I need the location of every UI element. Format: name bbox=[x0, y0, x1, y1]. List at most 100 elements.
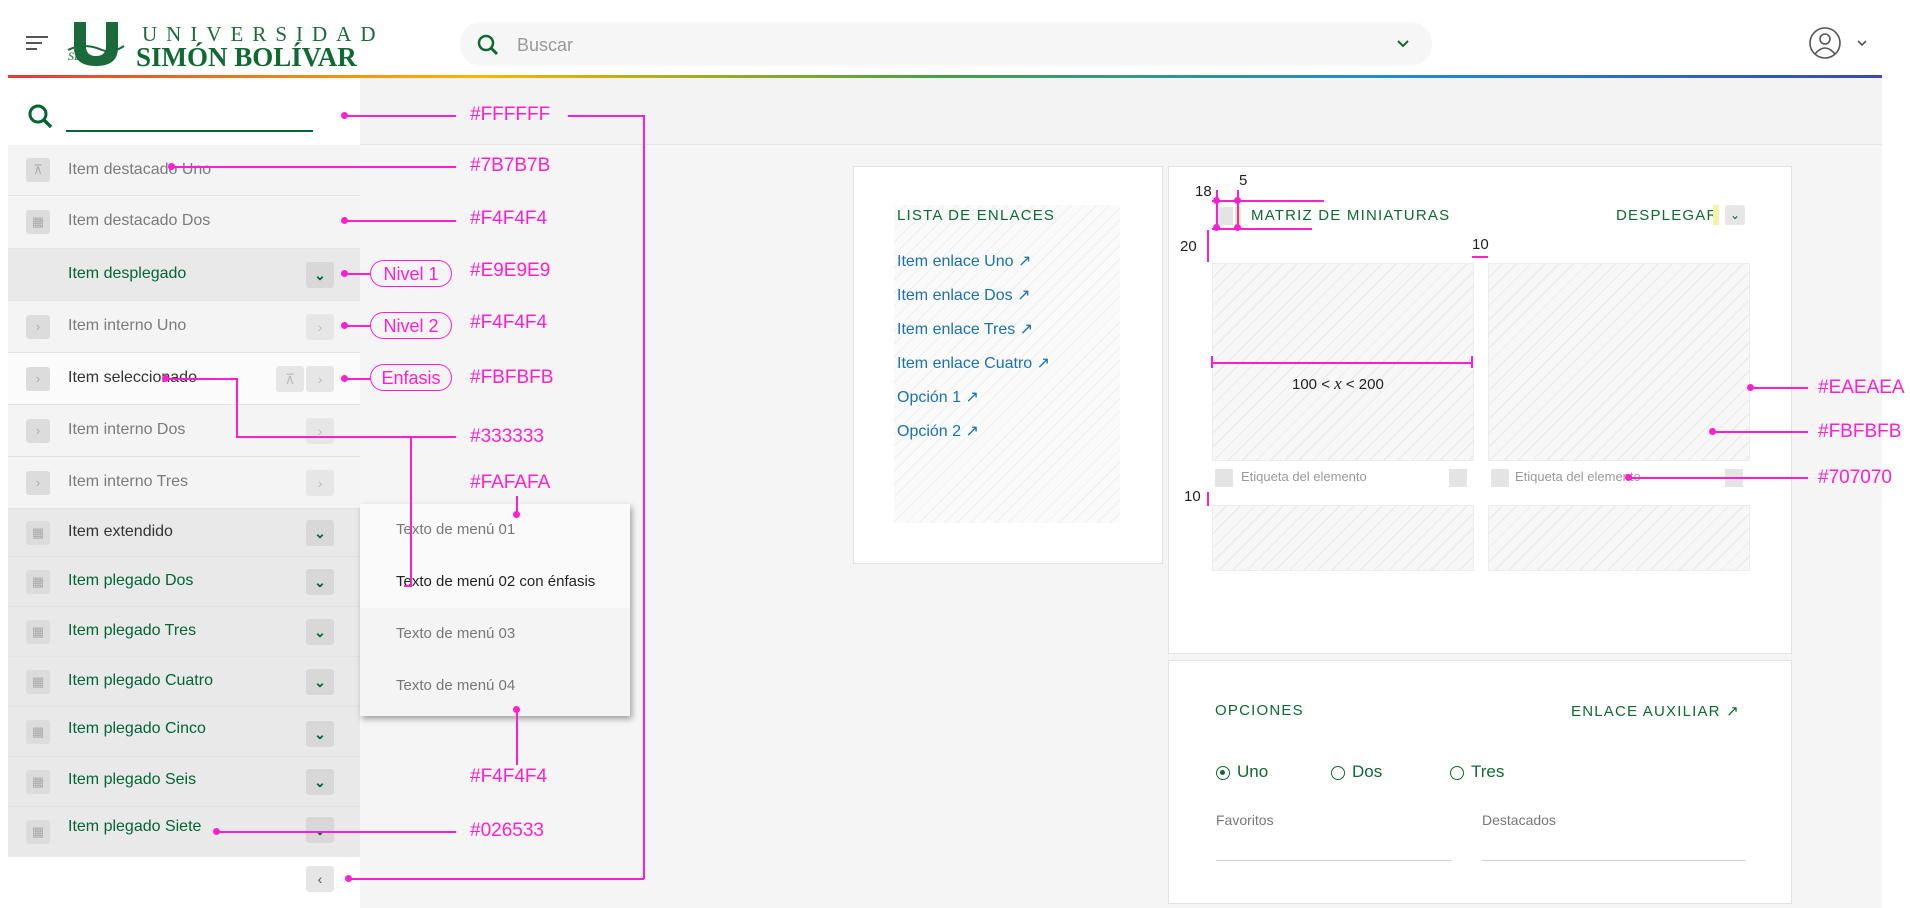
collapse-sidebar-button[interactable]: ‹ bbox=[306, 866, 334, 892]
sidebar-item-interno-tres[interactable]: › Item interno Tres › bbox=[8, 457, 360, 509]
sidebar-item-label: Item plegado Tres bbox=[68, 622, 197, 639]
chevron-down-icon bbox=[1857, 40, 1867, 47]
dimension-label: 20 bbox=[1180, 238, 1197, 255]
menu-item-label: Texto de menú 03 bbox=[396, 625, 516, 642]
external-link-icon: ↗ bbox=[1726, 703, 1740, 720]
sidebar-item-label: Item destacado Uno bbox=[68, 161, 212, 178]
global-search-input[interactable] bbox=[515, 32, 1339, 58]
sidebar-item-destacado-uno[interactable]: ⊼ Item destacado Uno bbox=[8, 145, 360, 196]
link-item[interactable]: Opción 1 ↗ bbox=[897, 387, 979, 407]
chevron-right-icon[interactable]: › bbox=[306, 366, 334, 392]
grid-icon bbox=[1449, 469, 1467, 487]
color-annotation: #FBFBFB bbox=[470, 367, 554, 388]
annotation-line bbox=[1712, 431, 1808, 433]
menu-item-label: Texto de menú 04 bbox=[396, 677, 516, 694]
range-label: 100 < x < 200 bbox=[1292, 374, 1384, 393]
thumbnail-3[interactable] bbox=[1212, 505, 1474, 571]
dimension-line bbox=[1472, 256, 1488, 258]
chevron-down-icon[interactable]: ⌄ bbox=[306, 619, 334, 645]
dimension-label: 18 bbox=[1195, 183, 1212, 200]
link-item[interactable]: Item enlace Tres ↗ bbox=[897, 319, 1033, 339]
user-menu[interactable] bbox=[1808, 26, 1867, 65]
external-link-icon: ↗ bbox=[1019, 321, 1034, 338]
level-pill: Nivel 2 bbox=[370, 312, 452, 339]
university-logo-emblem: SB bbox=[66, 20, 126, 68]
chevron-down-icon[interactable]: ⌄ bbox=[306, 817, 334, 843]
link-item[interactable]: Item enlace Uno ↗ bbox=[897, 251, 1031, 271]
chevron-down-icon[interactable]: ⌄ bbox=[306, 569, 334, 595]
chevron-down-icon[interactable]: ⌄ bbox=[306, 769, 334, 795]
annotation-line bbox=[516, 709, 518, 765]
emphasis-pill: Enfasis bbox=[370, 364, 452, 391]
chevron-down-icon[interactable]: ⌄ bbox=[306, 721, 334, 747]
annotation-dot bbox=[345, 875, 352, 882]
chevron-down-icon[interactable]: ⌄ bbox=[306, 520, 334, 546]
sidebar-item-plegado-cuatro[interactable]: ▦ Item plegado Cuatro ⌄ bbox=[8, 657, 360, 707]
menu-icon[interactable] bbox=[26, 36, 48, 52]
chevron-down-icon[interactable] bbox=[1396, 39, 1410, 49]
global-search-bar[interactable] bbox=[460, 22, 1432, 66]
sidebar-item-destacado-dos[interactable]: ▦ Item destacado Dos bbox=[8, 196, 360, 249]
sidebar-item-plegado-tres[interactable]: ▦ Item plegado Tres ⌄ bbox=[8, 607, 360, 657]
favoritos-field[interactable] bbox=[1216, 860, 1452, 861]
destacados-field[interactable] bbox=[1482, 860, 1746, 861]
radio-dos[interactable] bbox=[1331, 766, 1345, 780]
sidebar-item-label: Item desplegado bbox=[68, 265, 187, 282]
expand-action[interactable]: DESPLEGAR bbox=[1616, 207, 1719, 224]
external-link-icon: ↗ bbox=[965, 423, 979, 440]
grid-icon: ▦ bbox=[26, 820, 50, 844]
grid-icon bbox=[1215, 469, 1233, 487]
annotation-line bbox=[344, 220, 456, 222]
sidebar-item-interno-dos[interactable]: › Item interno Dos › bbox=[8, 405, 360, 457]
aux-link[interactable]: ENLACE AUXILIAR ↗ bbox=[1571, 702, 1740, 720]
menu-item-01[interactable]: Texto de menú 01 bbox=[360, 504, 630, 556]
field-label: Favoritos bbox=[1216, 812, 1274, 828]
options-card: OPCIONES ENLACE AUXILIAR ↗ Uno Dos Tres … bbox=[1168, 660, 1792, 904]
sidebar-item-extendido[interactable]: ▦ Item extendido ⌄ bbox=[8, 509, 360, 557]
sidebar-item-label: Item destacado Dos bbox=[68, 212, 211, 229]
annotation-line bbox=[236, 436, 456, 438]
annotation-dot bbox=[1213, 224, 1220, 231]
radio-tres[interactable] bbox=[1450, 766, 1464, 780]
chevron-right-icon[interactable]: › bbox=[306, 470, 334, 496]
sidebar-item-label: Item interno Tres bbox=[68, 473, 189, 490]
sidebar-search bbox=[8, 78, 360, 148]
chevron-down-icon[interactable]: ⌄ bbox=[306, 262, 334, 288]
annotation-line bbox=[643, 115, 645, 879]
radio-label: Dos bbox=[1352, 762, 1383, 781]
chevron-down-icon[interactable]: ⌄ bbox=[1725, 205, 1745, 225]
sidebar-item-plegado-cinco[interactable]: ▦ Item plegado Cinco ⌄ bbox=[8, 707, 360, 757]
sidebar-search-input[interactable] bbox=[66, 130, 313, 132]
pin-icon[interactable]: ⊼ bbox=[276, 366, 304, 392]
annotation-dot bbox=[1234, 197, 1241, 204]
link-item[interactable]: Item enlace Cuatro ↗ bbox=[897, 353, 1050, 373]
field-label: Destacados bbox=[1482, 812, 1556, 828]
chevron-right-icon[interactable]: › bbox=[306, 418, 334, 444]
sidebar-item-desplegado[interactable]: Item desplegado ⌄ bbox=[8, 249, 360, 301]
svg-text:SB: SB bbox=[68, 49, 82, 63]
sidebar-item-plegado-seis[interactable]: ▦ Item plegado Seis ⌄ bbox=[8, 757, 360, 807]
menu-item-02[interactable]: Texto de menú 02 con énfasis bbox=[360, 556, 630, 608]
menu-item-label: Texto de menú 01 bbox=[396, 521, 516, 538]
search-icon[interactable] bbox=[26, 102, 54, 130]
external-link-icon: ↗ bbox=[965, 389, 979, 406]
radio-label: Uno bbox=[1237, 762, 1269, 781]
chevron-down-icon[interactable]: ⌄ bbox=[306, 669, 334, 695]
link-item[interactable]: Item enlace Dos ↗ bbox=[897, 285, 1030, 305]
sidebar-item-interno-uno[interactable]: › Item interno Uno › bbox=[8, 301, 360, 353]
thumbnail-4[interactable] bbox=[1488, 505, 1750, 571]
menu-item-04[interactable]: Texto de menú 04 bbox=[360, 660, 630, 716]
color-annotation: #FFFFFF bbox=[470, 104, 551, 125]
color-annotation: #FBFBFB bbox=[1818, 421, 1902, 442]
annotation-dot bbox=[513, 511, 520, 518]
radio-uno[interactable] bbox=[1216, 766, 1230, 780]
sidebar-item-plegado-dos[interactable]: ▦ Item plegado Dos ⌄ bbox=[8, 557, 360, 607]
chevron-right-icon[interactable]: › bbox=[306, 314, 334, 340]
menu-item-03[interactable]: Texto de menú 03 bbox=[360, 608, 630, 660]
grid-icon: ▦ bbox=[26, 770, 50, 794]
annotation-dot bbox=[1234, 224, 1241, 231]
search-icon bbox=[477, 34, 499, 56]
annotation-line bbox=[344, 273, 370, 275]
link-item[interactable]: Opción 2 ↗ bbox=[897, 421, 979, 441]
grid-icon: ▦ bbox=[26, 570, 50, 594]
